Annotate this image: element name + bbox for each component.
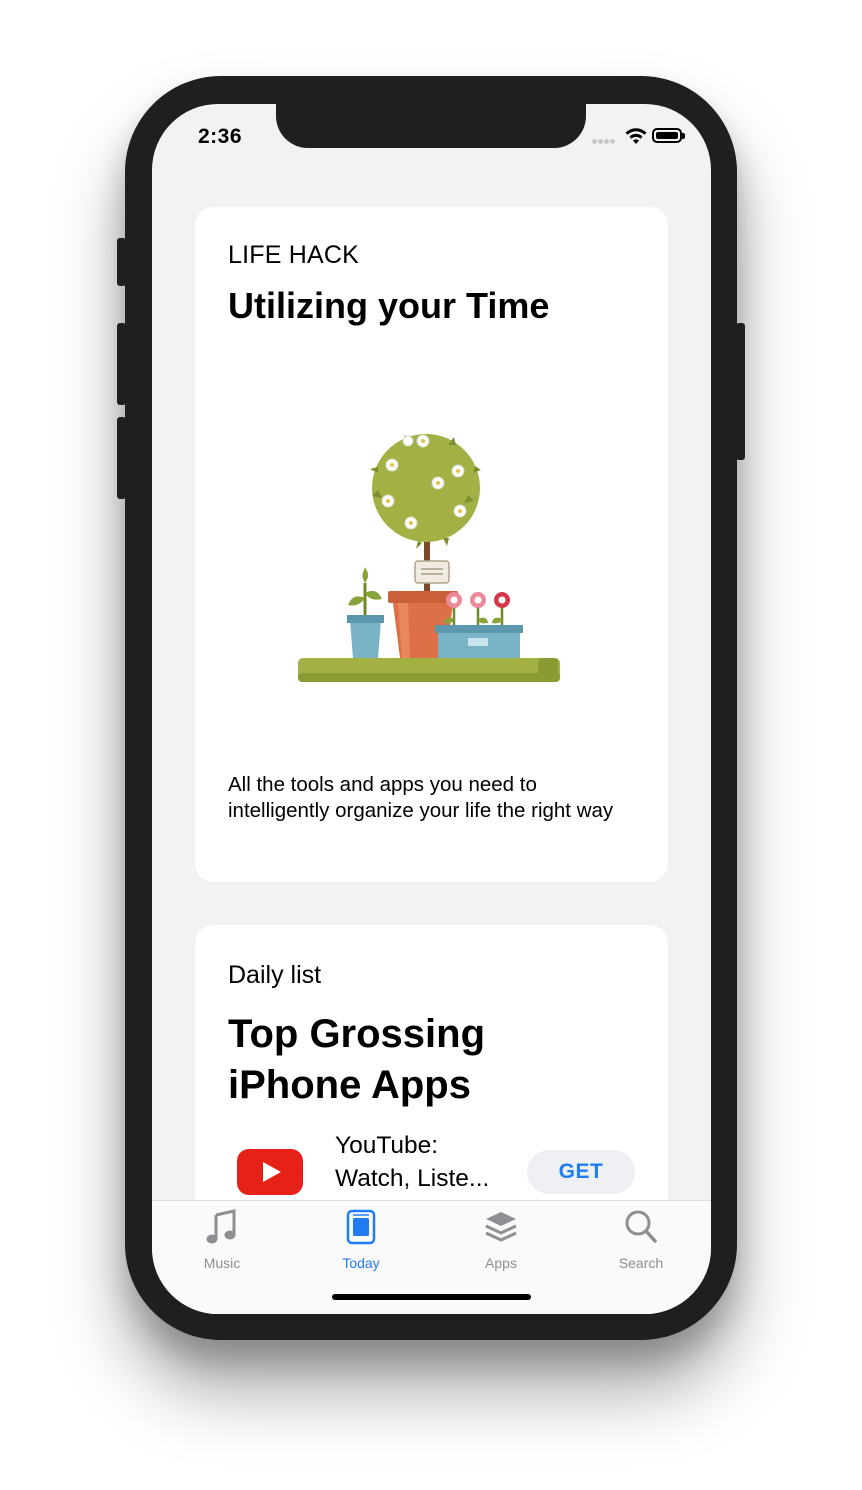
power-button <box>736 323 745 460</box>
battery-icon <box>652 128 685 143</box>
search-icon <box>625 1210 657 1243</box>
today-icon <box>346 1209 376 1245</box>
apps-stack-icon <box>485 1212 517 1242</box>
card-eyebrow: LIFE HACK <box>228 241 359 269</box>
volume-up-button <box>117 323 126 405</box>
card-eyebrow: Daily list <box>228 961 322 989</box>
tab-label: Music <box>203 1255 241 1271</box>
tab-label: Apps <box>485 1255 517 1271</box>
tab-bar: Music Today Apps Search <box>152 1200 711 1314</box>
youtube-icon <box>237 1149 303 1195</box>
tab-apps[interactable]: Apps <box>431 1209 571 1279</box>
tab-label: Search <box>618 1255 664 1271</box>
card-title: Utilizing your Time <box>228 285 550 326</box>
wifi-icon <box>625 128 647 144</box>
music-note-icon <box>206 1209 236 1244</box>
volume-down-button <box>117 417 126 499</box>
plant-illustration <box>298 434 560 682</box>
app-list-item[interactable]: YouTube: Watch, Liste... GET <box>195 1125 668 1205</box>
status-time: 2:36 <box>198 125 243 148</box>
card-description: All the tools and apps you need to intel… <box>228 773 614 822</box>
notch <box>276 104 586 148</box>
tab-search[interactable]: Search <box>571 1209 711 1279</box>
home-indicator[interactable] <box>332 1294 531 1300</box>
screen: 2:36 LIFE HACK Utilizing your Time All t… <box>152 104 711 1314</box>
tab-music[interactable]: Music <box>152 1209 292 1279</box>
today-card-life-hack[interactable]: LIFE HACK Utilizing your Time All the to… <box>195 207 668 882</box>
mute-switch <box>117 238 126 286</box>
tab-today[interactable]: Today <box>291 1209 431 1279</box>
card-title: Top Grossing iPhone Apps <box>228 1012 486 1107</box>
tab-label: Today <box>342 1255 380 1271</box>
signal-icon <box>592 139 620 145</box>
get-button[interactable]: GET <box>527 1150 635 1194</box>
app-name: YouTube: Watch, Liste... <box>335 1132 490 1192</box>
